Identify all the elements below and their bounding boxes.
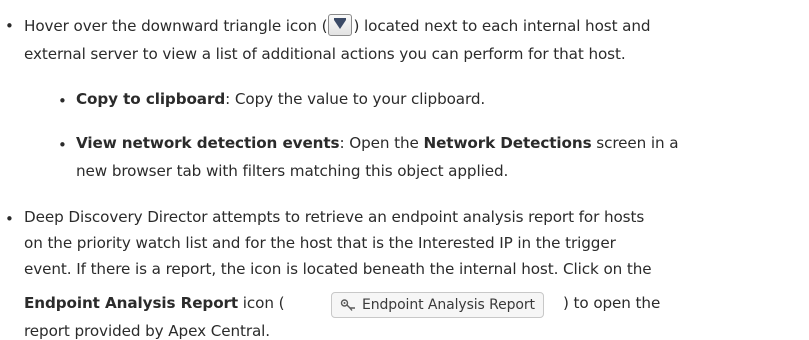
item2-line3: event. If there is a report, the icon is… <box>24 260 652 278</box>
sub-bullet: • <box>58 136 67 154</box>
sub1-line: Copy to clipboard: Copy the value to you… <box>76 90 486 108</box>
endpoint-analysis-icon <box>340 299 355 311</box>
bullet: • <box>5 210 14 228</box>
sub2-line2: new browser tab with filters matching th… <box>76 162 509 180</box>
item2-line1: Deep Discovery Director attempts to retr… <box>24 208 645 226</box>
endpoint-analysis-report-label: Endpoint Analysis Report <box>362 297 535 313</box>
sub-bullet: • <box>58 92 67 110</box>
item2-line2: on the priority watch list and for the h… <box>24 234 616 252</box>
item1-line1: Hover over the downward triangle icon ()… <box>24 14 651 36</box>
downward-triangle-icon <box>328 14 353 36</box>
item2-line4: Endpoint Analysis Report icon ( <box>24 294 285 312</box>
item2-line4-end: ) to open the <box>563 294 661 312</box>
document: • Hover over the downward triangle icon … <box>0 0 809 340</box>
endpoint-analysis-report-button[interactable]: Endpoint Analysis Report <box>331 292 544 318</box>
item1-line2: external server to view a list of additi… <box>24 45 626 63</box>
bullet: • <box>5 17 14 35</box>
item2-line5: report provided by Apex Central. <box>24 322 271 340</box>
sub2-line1: View network detection events: Open the … <box>76 134 679 152</box>
